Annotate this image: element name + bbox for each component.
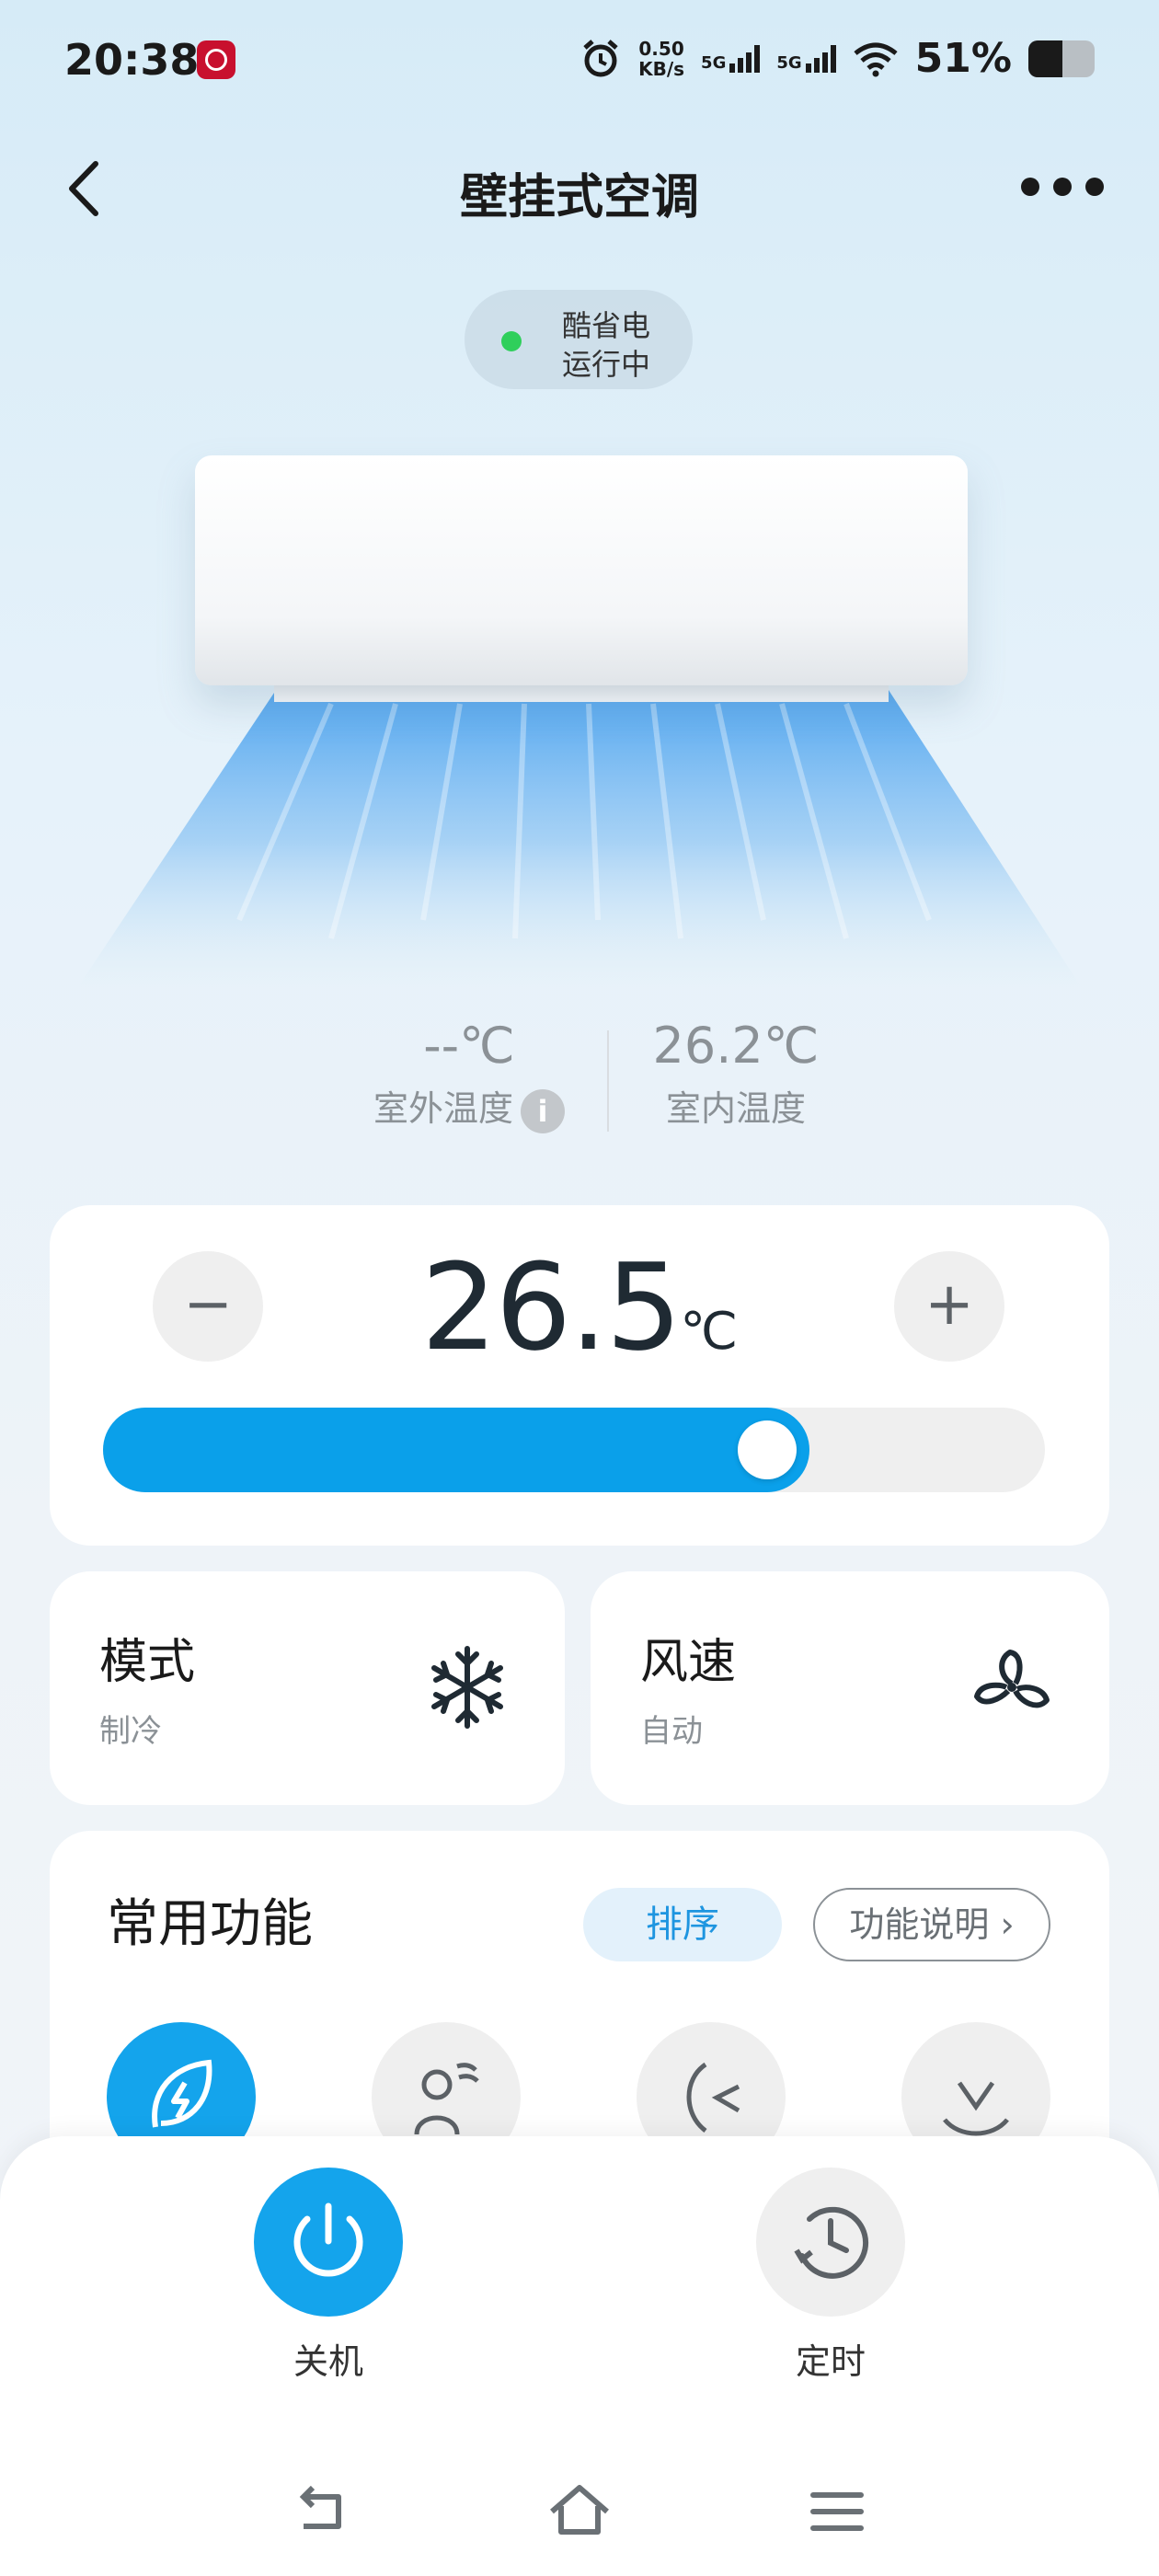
function-help-button[interactable]: 功能说明 › [813,1888,1050,1961]
setpoint-unit: ℃ [680,1302,739,1362]
running-indicator-icon [501,331,522,351]
mode-card[interactable]: 模式 制冷 [50,1571,565,1805]
ac-unit-vent [274,685,889,702]
battery-percent: 51% [914,35,1012,82]
outdoor-temperature-label: 室外温度 [373,1088,513,1129]
signal-5g-2: 5G [776,44,836,73]
readout-divider [607,1030,609,1132]
indoor-temperature-value: 26.2℃ [652,1017,820,1075]
app-header: 壁挂式空调 [0,138,1159,239]
setpoint-value: 26.5 [420,1237,682,1377]
status-bar: 20:38 0.50 KB/s 5G 5G 51% [0,0,1159,120]
battery-icon [1028,40,1095,77]
device-status-badge: 酷省电 运行中 [465,290,693,389]
temperature-slider[interactable] [103,1408,1045,1492]
network-speed: 0.50 KB/s [638,37,685,80]
power-off-button[interactable]: 关机 [254,2168,403,2384]
signal-bars-icon [805,44,836,73]
status-indicators: 0.50 KB/s 5G 5G 51% [580,35,1095,82]
fan-speed-title: 风速 [640,1635,737,1690]
info-icon[interactable]: i [521,1088,565,1133]
snowflake-icon [431,1646,503,1729]
status-mode-text: 酷省电 [562,308,651,343]
timer-label: 定时 [795,2341,866,2382]
signal-bars-icon [729,44,761,73]
power-icon[interactable] [254,2168,403,2317]
more-options-icon[interactable] [1021,164,1104,210]
power-off-label: 关机 [293,2341,363,2382]
alarm-icon [583,39,618,76]
outdoor-temperature: --℃ 室外温度 i [350,1017,589,1133]
temperature-readouts: --℃ 室外温度 i 26.2℃ 室内温度 [0,1017,1159,1155]
nav-back-icon[interactable] [285,2475,359,2548]
signal-5g-1: 5G [701,44,761,73]
status-running-text: 运行中 [562,347,651,382]
nav-home-icon[interactable] [543,2475,616,2548]
indoor-temperature-label: 室内温度 [665,1088,806,1129]
timer-button[interactable]: 定时 [756,2168,905,2384]
status-time: 20:38 [64,35,200,85]
indoor-temperature: 26.2℃ 室内温度 [644,1017,828,1131]
fan-speed-value: 自动 [640,1713,703,1750]
slider-thumb[interactable] [738,1420,797,1479]
air-conditioner-illustration [0,442,1159,1012]
nav-menu-icon[interactable] [800,2475,874,2548]
outdoor-temperature-value: --℃ [423,1017,515,1075]
sort-button[interactable]: 排序 [583,1888,782,1961]
page-title: 壁挂式空调 [459,170,699,225]
increase-temperature-button[interactable]: + [894,1251,1004,1362]
common-functions-title: 常用功能 [107,1894,313,1954]
mode-value: 制冷 [99,1713,162,1750]
fan-speed-card[interactable]: 风速 自动 [591,1571,1109,1805]
wifi-icon [854,42,898,76]
timer-clock-icon[interactable] [756,2168,905,2317]
fan-icon [974,1650,1050,1708]
app-notification-icon [197,40,235,79]
mode-title: 模式 [99,1635,196,1690]
ac-unit-body [195,455,968,685]
system-nav-bar [0,2475,1159,2548]
slider-fill [103,1408,809,1492]
temperature-control-card: − 26.5℃ + [50,1205,1109,1546]
